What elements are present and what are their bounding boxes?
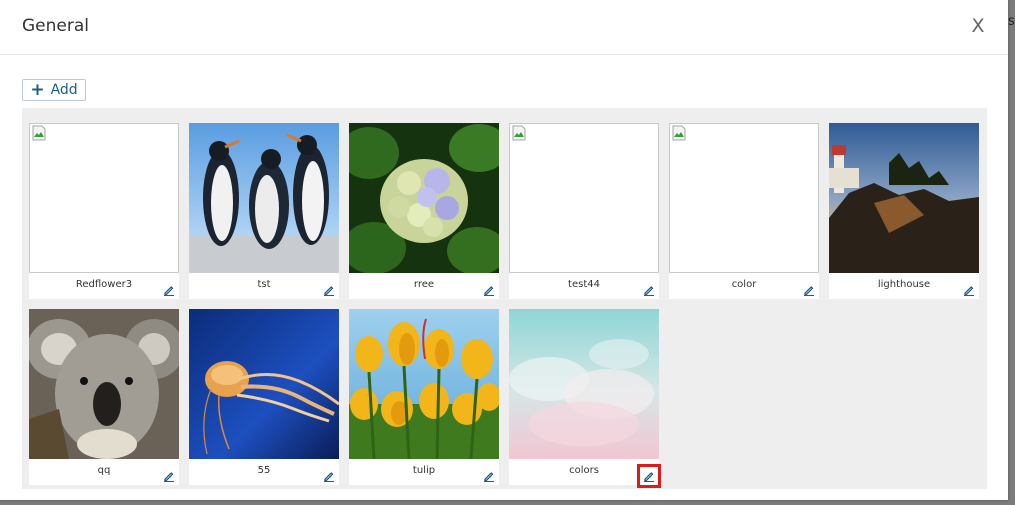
add-button-label: Add xyxy=(50,82,78,98)
broken-image-icon xyxy=(32,125,46,141)
image-label: qq xyxy=(97,465,111,476)
pastel-clouds-image xyxy=(509,309,659,459)
plus-icon: + xyxy=(30,79,45,100)
penguins-image xyxy=(189,123,339,273)
general-dialog: General X + Add Redflower3 tst rree test… xyxy=(0,0,1008,500)
image-card[interactable]: color xyxy=(669,123,819,299)
image-thumbnail[interactable] xyxy=(29,123,179,273)
image-thumbnail[interactable] xyxy=(29,309,179,459)
image-card[interactable]: tst xyxy=(189,123,339,299)
image-gallery: Redflower3 tst rree test44 color lightho… xyxy=(22,108,987,489)
image-label: test44 xyxy=(568,279,600,290)
edit-icon[interactable] xyxy=(483,470,495,482)
jellyfish-image xyxy=(189,309,339,459)
image-card[interactable]: Redflower3 xyxy=(29,123,179,299)
image-label: colors xyxy=(569,465,599,476)
lighthouse-image xyxy=(829,123,979,273)
image-label: tulip xyxy=(412,465,436,476)
hydrangea-image xyxy=(349,123,499,273)
close-button[interactable]: X xyxy=(968,14,988,38)
image-card[interactable]: test44 xyxy=(509,123,659,299)
image-label: 55 xyxy=(257,465,271,476)
image-label: rree xyxy=(413,279,435,290)
image-thumbnail[interactable] xyxy=(349,123,499,273)
edit-icon[interactable] xyxy=(323,284,335,296)
broken-image-icon xyxy=(512,125,526,141)
edit-icon[interactable] xyxy=(163,470,175,482)
background-peek-text: s xyxy=(1008,14,1015,29)
image-card[interactable]: qq xyxy=(29,309,179,485)
image-card[interactable]: lighthouse xyxy=(829,123,979,299)
edit-icon[interactable] xyxy=(643,284,655,296)
edit-icon[interactable] xyxy=(803,284,815,296)
tulips-image xyxy=(349,309,499,459)
image-label: tst xyxy=(257,279,271,290)
image-label: Redflower3 xyxy=(75,279,133,290)
image-card[interactable]: rree xyxy=(349,123,499,299)
dialog-title: General xyxy=(22,16,89,36)
image-thumbnail[interactable] xyxy=(189,123,339,273)
koala-image xyxy=(29,309,179,459)
broken-image-icon xyxy=(672,125,686,141)
image-thumbnail[interactable] xyxy=(349,309,499,459)
image-thumbnail[interactable] xyxy=(829,123,979,273)
edit-icon[interactable] xyxy=(963,284,975,296)
edit-icon[interactable] xyxy=(163,284,175,296)
image-label: color xyxy=(731,279,757,290)
image-card[interactable]: colors xyxy=(509,309,661,488)
image-card[interactable]: tulip xyxy=(349,309,499,485)
edit-icon[interactable] xyxy=(637,464,661,488)
image-thumbnail[interactable] xyxy=(189,309,339,459)
dialog-header: General X xyxy=(0,0,1008,55)
image-thumbnail[interactable] xyxy=(509,123,659,273)
edit-icon[interactable] xyxy=(483,284,495,296)
image-label: lighthouse xyxy=(877,279,931,290)
image-thumbnail[interactable] xyxy=(509,309,659,459)
image-card[interactable]: 55 xyxy=(189,309,339,485)
edit-icon[interactable] xyxy=(323,470,335,482)
add-button[interactable]: + Add xyxy=(22,79,86,101)
image-thumbnail[interactable] xyxy=(669,123,819,273)
